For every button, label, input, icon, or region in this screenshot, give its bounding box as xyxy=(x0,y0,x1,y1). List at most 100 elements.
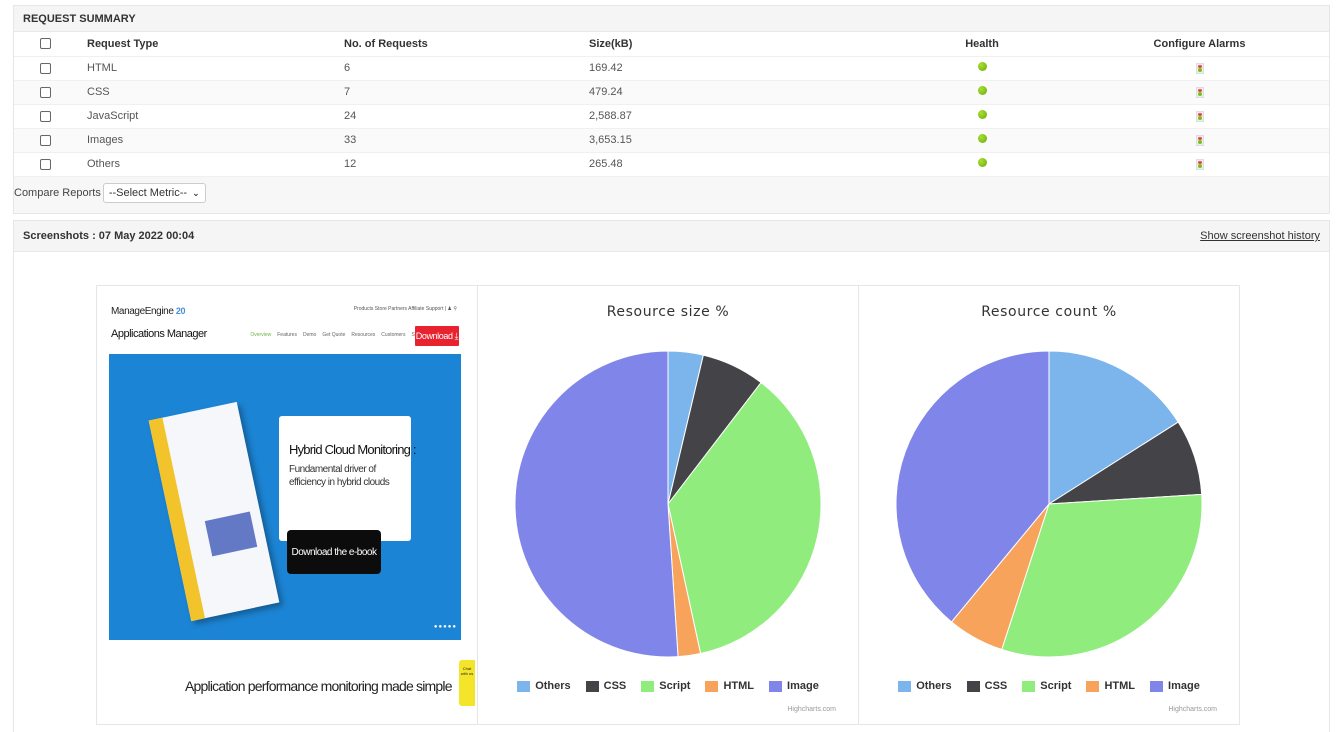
legend-swatch xyxy=(769,680,783,692)
search-icon: ⚲ xyxy=(453,306,457,312)
legend-label: Script xyxy=(659,680,691,692)
resource-count-chart: Resource count % Others CSS Script HTML Imag… xyxy=(858,285,1240,725)
health-status-icon xyxy=(977,62,987,71)
banner-subline: Fundamental driver of efficiency in hybr… xyxy=(289,464,390,488)
table-header-row: Request Type No. of Requests Size(kB) He… xyxy=(14,32,1329,57)
row-checkbox[interactable] xyxy=(40,86,51,98)
row-select-cell xyxy=(14,152,87,177)
table-row: CSS 7 479.24 xyxy=(14,80,1329,105)
request-summary-panel: REQUEST SUMMARY Request Type No. of Requ… xyxy=(13,5,1330,214)
legend-item-others[interactable]: Others xyxy=(898,680,952,692)
configure-alarm-icon[interactable] xyxy=(1195,158,1204,170)
legend-label: CSS xyxy=(603,680,627,692)
legend-item-html[interactable]: HTML xyxy=(1086,680,1135,692)
legend-label: Image xyxy=(1168,680,1200,692)
select-metric-dropdown[interactable]: --Select Metric-- ⌄ xyxy=(102,183,206,203)
alarm-cell xyxy=(1070,104,1329,129)
column-header-requests[interactable]: No. of Requests xyxy=(344,32,589,57)
health-status-icon xyxy=(977,158,987,167)
request-size: 169.42 xyxy=(589,56,894,81)
request-count: 7 xyxy=(344,80,589,105)
legend-item-html[interactable]: HTML xyxy=(705,680,754,692)
resource-size-chart: Resource size % Others CSS Script HTML Image… xyxy=(477,285,859,725)
row-checkbox[interactable] xyxy=(40,134,51,146)
row-checkbox[interactable] xyxy=(40,110,51,122)
select-all-checkbox[interactable] xyxy=(40,38,51,50)
legend-item-css[interactable]: CSS xyxy=(966,680,1007,692)
configure-alarm-icon[interactable] xyxy=(1195,86,1204,98)
legend-swatch xyxy=(517,680,531,692)
ebook-cover-image xyxy=(148,401,280,622)
chevron-down-icon: ⌄ xyxy=(192,187,200,198)
request-type: CSS xyxy=(87,80,344,105)
table-row: HTML 6 169.42 xyxy=(14,56,1329,81)
show-screenshot-history-link[interactable]: Show screenshot history xyxy=(1200,230,1320,242)
nav-demo: Demo xyxy=(302,332,317,338)
request-type: HTML xyxy=(87,56,344,81)
request-type: JavaScript xyxy=(87,104,344,129)
page-screenshot-thumbnail[interactable]: ManageEngine 20 Applications Manager Pro… xyxy=(96,285,478,725)
request-count: 33 xyxy=(344,128,589,153)
app-name: Applications Manager xyxy=(111,328,207,340)
row-checkbox[interactable] xyxy=(40,158,51,170)
thumb-tagline: Application performance monitoring made … xyxy=(185,678,452,694)
compare-reports-bar: Compare Reports --Select Metric-- ⌄ xyxy=(14,176,1329,210)
highcharts-credits[interactable]: Highcharts.com xyxy=(787,706,836,713)
legend-item-image[interactable]: Image xyxy=(1150,680,1200,692)
column-header-size[interactable]: Size(kB) xyxy=(589,32,894,57)
legend-swatch xyxy=(1022,680,1036,692)
row-checkbox[interactable] xyxy=(40,62,51,74)
legend-item-css[interactable]: CSS xyxy=(585,680,627,692)
legend-item-others[interactable]: Others xyxy=(517,680,571,692)
request-count: 6 xyxy=(344,56,589,81)
row-select-cell xyxy=(14,56,87,81)
legend-swatch xyxy=(1150,680,1164,692)
request-size: 2,588.87 xyxy=(589,104,894,129)
request-summary-title: REQUEST SUMMARY xyxy=(14,6,1329,32)
legend-swatch xyxy=(966,680,980,692)
banner-headline: Hybrid Cloud Monitoring : xyxy=(289,442,416,457)
configure-alarm-icon[interactable] xyxy=(1195,110,1204,122)
thumb-nav: Overview Features Demo Get Quote Resourc… xyxy=(250,332,429,338)
request-count: 12 xyxy=(344,152,589,177)
legend-item-image[interactable]: Image xyxy=(769,680,819,692)
legend-swatch xyxy=(705,680,719,692)
configure-alarm-icon[interactable] xyxy=(1195,134,1204,146)
legend-item-script[interactable]: Script xyxy=(1022,680,1071,692)
request-size: 479.24 xyxy=(589,80,894,105)
alarm-cell xyxy=(1070,80,1329,105)
request-type: Others xyxy=(87,152,344,177)
configure-alarm-icon[interactable] xyxy=(1195,62,1204,74)
alarm-cell xyxy=(1070,152,1329,177)
select-metric-value: --Select Metric-- xyxy=(108,187,188,199)
pie-slice-image[interactable] xyxy=(514,350,679,658)
compare-reports-label: Compare Reports xyxy=(14,187,101,199)
user-icon: ♟ xyxy=(447,306,452,312)
legend-label: HTML xyxy=(1104,680,1136,692)
request-type: Images xyxy=(87,128,344,153)
health-status-icon xyxy=(977,86,987,95)
legend-swatch xyxy=(1086,680,1100,692)
legend-item-script[interactable]: Script xyxy=(641,680,690,692)
column-header-request-type[interactable]: Request Type xyxy=(87,32,344,57)
pie-svg xyxy=(514,350,822,658)
nav-overview: Overview xyxy=(250,332,272,338)
nav-customers: Customers xyxy=(381,332,406,338)
health-cell xyxy=(894,152,1070,177)
health-status-icon xyxy=(977,110,987,119)
top-links: Products Store Partners Affiliate Suppor… xyxy=(353,306,457,312)
request-size: 265.48 xyxy=(589,152,894,177)
chart-legend: Others CSS Script HTML Image xyxy=(478,680,858,692)
health-status-icon xyxy=(977,134,987,143)
column-header-health: Health xyxy=(894,32,1070,57)
nav-get-quote: Get Quote xyxy=(322,332,346,338)
legend-swatch xyxy=(585,680,599,692)
column-header-configure-alarms: Configure Alarms xyxy=(1070,32,1329,57)
row-select-cell xyxy=(14,80,87,105)
screenshots-header: Screenshots : 07 May 2022 00:04 Show scr… xyxy=(14,221,1329,252)
row-select-cell xyxy=(14,128,87,153)
table-row: Images 33 3,653.15 xyxy=(14,128,1329,153)
highcharts-credits[interactable]: Highcharts.com xyxy=(1168,706,1217,713)
health-cell xyxy=(894,56,1070,81)
chart-legend: Others CSS Script HTML Image xyxy=(859,680,1239,692)
